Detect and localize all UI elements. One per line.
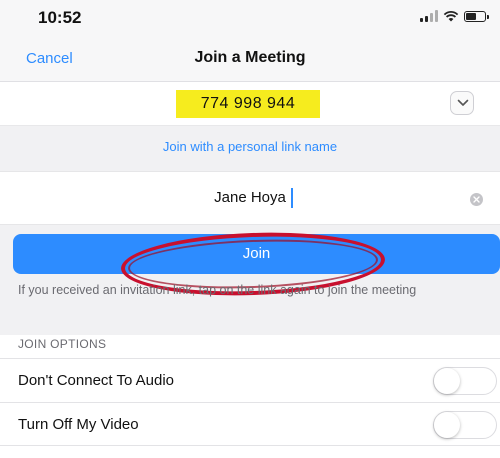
personal-link-button[interactable]: Join with a personal link name	[0, 139, 500, 154]
clear-icon[interactable]	[470, 193, 483, 206]
battery-icon	[464, 10, 489, 22]
join-button[interactable]: Join	[13, 234, 500, 274]
meeting-id-dropdown-button[interactable]	[450, 91, 474, 115]
wifi-icon	[443, 10, 459, 22]
option-audio-label: Don't Connect To Audio	[18, 372, 175, 389]
meeting-id-input[interactable]: 774 998 944	[176, 90, 320, 118]
toggle-knob	[434, 412, 460, 438]
status-icons	[420, 10, 489, 22]
name-input[interactable]: Jane Hoya	[0, 189, 500, 206]
audio-toggle[interactable]	[433, 367, 497, 395]
join-button-label: Join	[242, 245, 271, 262]
status-time: 10:52	[38, 8, 82, 27]
invitation-hint: If you received an invitation link, tap …	[18, 283, 417, 297]
meeting-id-row: 774 998 944	[0, 82, 500, 126]
name-field-row: Jane Hoya	[0, 171, 500, 225]
join-options-header: JOIN OPTIONS	[18, 337, 107, 351]
option-video-label: Turn Off My Video	[18, 416, 139, 433]
chevron-down-icon	[457, 99, 469, 106]
video-toggle[interactable]	[433, 411, 497, 439]
text-cursor	[291, 188, 293, 208]
option-video-row: Turn Off My Video	[0, 402, 500, 446]
nav-bar: Cancel Join a Meeting	[0, 36, 500, 82]
page-title: Join a Meeting	[194, 49, 306, 66]
toggle-knob	[434, 368, 460, 394]
status-bar: 10:52	[0, 0, 500, 36]
personal-link-row: Join with a personal link name	[0, 126, 500, 171]
join-section: Join If you received an invitation link,…	[0, 225, 500, 335]
signal-icon	[420, 10, 438, 22]
option-audio-row: Don't Connect To Audio	[0, 358, 500, 402]
